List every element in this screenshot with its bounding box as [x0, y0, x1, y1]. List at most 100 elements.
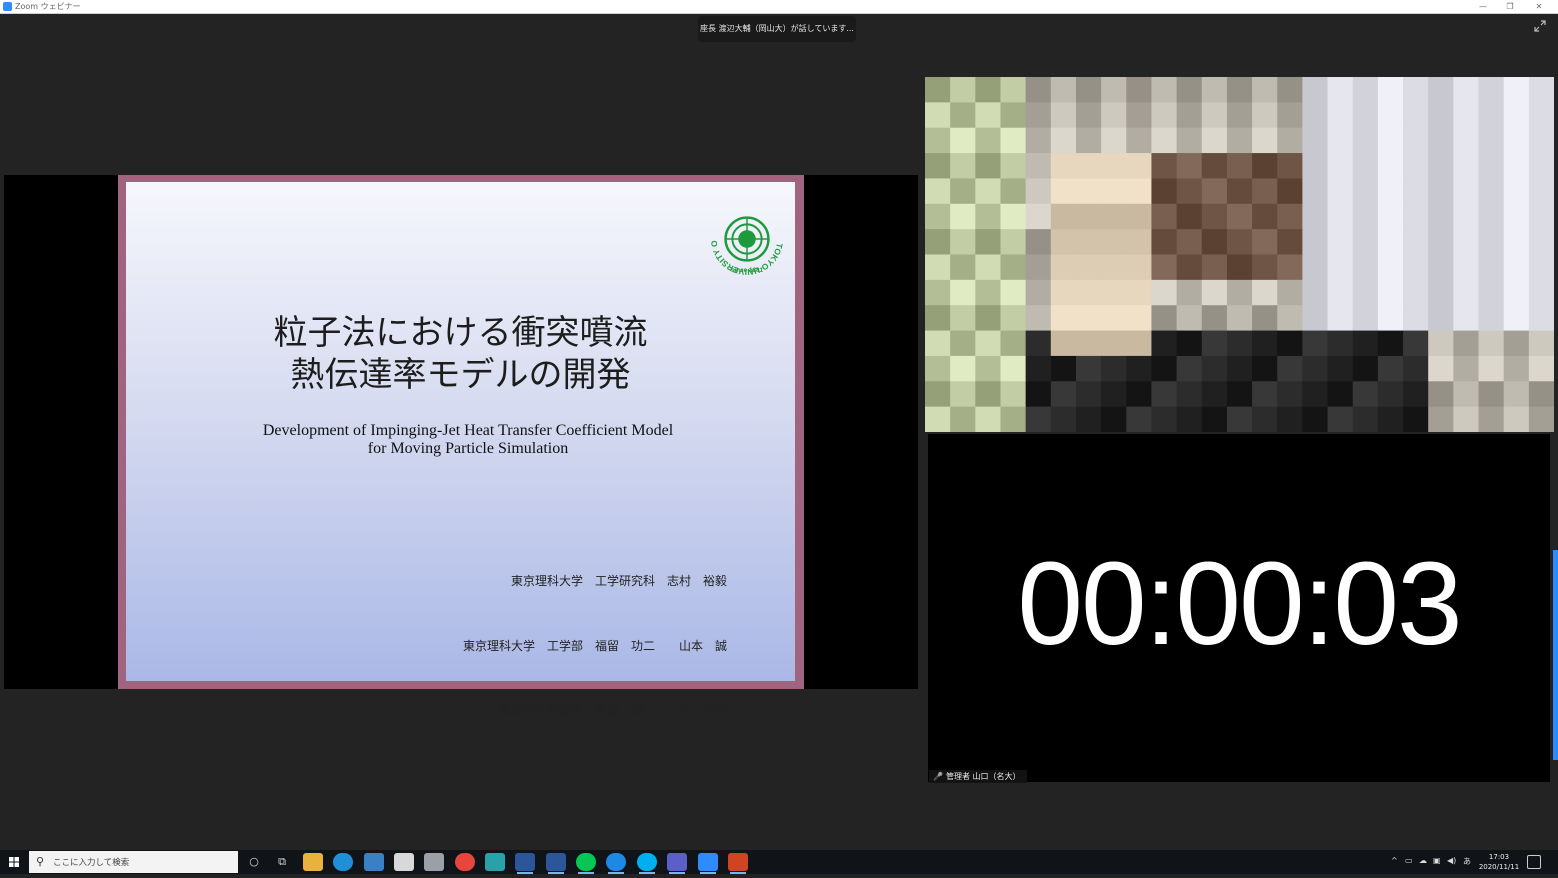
- mosaic-cell: [1226, 381, 1253, 408]
- mosaic-cell: [1403, 254, 1429, 281]
- mosaic-cell: [1025, 406, 1052, 432]
- mosaic-cell: [1528, 127, 1554, 154]
- teams-share-icon[interactable]: [364, 853, 384, 871]
- mosaic-cell: [1503, 178, 1530, 205]
- mosaic-cell: [1252, 355, 1278, 382]
- mosaic-cell: [950, 305, 976, 332]
- powerpoint-icon[interactable]: [728, 853, 748, 874]
- mosaic-cell: [1503, 254, 1530, 281]
- mosaic-cell: [925, 102, 951, 129]
- mosaic-cell: [1000, 330, 1027, 357]
- mosaic-cell: [1403, 355, 1429, 382]
- mosaic-cell: [1403, 77, 1429, 103]
- task-view-icon[interactable]: ⧉: [268, 852, 296, 872]
- printer-app-icon[interactable]: [424, 853, 444, 871]
- chrome-icon[interactable]: [455, 853, 475, 871]
- mosaic-cell: [1075, 203, 1102, 230]
- mosaic-cell: [1126, 279, 1153, 306]
- cortana-icon[interactable]: ○: [240, 852, 268, 872]
- mosaic-cell: [1000, 355, 1027, 382]
- mosaic-cell: [1352, 153, 1379, 180]
- mosaic-cell: [1252, 305, 1278, 332]
- mosaic-cell: [1277, 178, 1303, 205]
- mosaic-cell: [1151, 77, 1178, 103]
- mosaic-cell: [1428, 127, 1454, 154]
- mosaic-cell: [1503, 127, 1530, 154]
- mosaic-cell: [1403, 279, 1429, 306]
- edge-icon[interactable]: [333, 853, 353, 871]
- mosaic-cell: [1377, 127, 1404, 154]
- mosaic-cell: [1075, 254, 1102, 281]
- network-icon[interactable]: ▭: [1405, 856, 1413, 865]
- mosaic-cell: [1453, 102, 1480, 129]
- mosaic-cell: [1277, 77, 1303, 103]
- mosaic-cell: [1327, 330, 1354, 357]
- participant-video-tile[interactable]: [925, 77, 1554, 432]
- word-icon-2[interactable]: [546, 853, 566, 874]
- mosaic-cell: [1478, 279, 1505, 306]
- store-icon[interactable]: [394, 853, 414, 871]
- expand-icon[interactable]: [1534, 20, 1546, 32]
- file-explorer-icon[interactable]: [303, 853, 323, 871]
- maximize-button[interactable]: ❐: [1497, 0, 1523, 14]
- taskbar-search[interactable]: ⚲ ここに入力して検索: [29, 851, 238, 873]
- taskbar-clock[interactable]: 17:03 2020/11/11: [1476, 852, 1522, 872]
- chevron-up-icon[interactable]: ^: [1391, 856, 1398, 865]
- ime-indicator[interactable]: あ: [1463, 856, 1471, 867]
- app-icon[interactable]: [485, 853, 505, 871]
- mosaic-cell: [1075, 330, 1102, 357]
- mosaic-cell: [1352, 254, 1379, 281]
- mosaic-cell: [1126, 102, 1153, 129]
- mosaic-cell: [1226, 203, 1253, 230]
- mosaic-cell: [975, 178, 1002, 205]
- mosaic-cell: [1050, 355, 1077, 382]
- mosaic-cell: [1277, 102, 1303, 129]
- mosaic-cell: [1151, 279, 1178, 306]
- mosaic-cell: [1176, 279, 1203, 306]
- mosaic-cell: [1453, 229, 1480, 256]
- minimize-button[interactable]: —: [1470, 0, 1496, 14]
- pixelated-video-image: [925, 77, 1554, 432]
- close-button[interactable]: ✕: [1526, 0, 1552, 14]
- cloud-icon[interactable]: ☁: [1419, 856, 1427, 865]
- mosaic-cell: [925, 355, 951, 382]
- mosaic-cell: [1403, 406, 1429, 432]
- mosaic-cell: [1126, 77, 1153, 103]
- start-button[interactable]: [0, 850, 28, 874]
- mosaic-cell: [1377, 406, 1404, 432]
- chat-icon[interactable]: [606, 853, 626, 874]
- mosaic-cell: [1377, 178, 1404, 205]
- skype-icon[interactable]: [637, 853, 657, 874]
- mosaic-cell: [1503, 229, 1530, 256]
- mosaic-cell: [950, 203, 976, 230]
- mosaic-cell: [1050, 330, 1077, 357]
- mosaic-cell: [1101, 203, 1127, 230]
- mosaic-cell: [1352, 229, 1379, 256]
- mosaic-cell: [1528, 203, 1554, 230]
- line-icon[interactable]: [576, 853, 596, 874]
- mosaic-cell: [1151, 406, 1178, 432]
- mosaic-cell: [1277, 355, 1303, 382]
- battery-icon[interactable]: ▣: [1433, 856, 1441, 865]
- mosaic-cell: [1302, 355, 1329, 382]
- mosaic-cell: [1277, 254, 1303, 281]
- zoom-icon[interactable]: [698, 853, 718, 874]
- slide-title-line2: 熱伝達率モデルの開発: [290, 355, 631, 395]
- mosaic-cell: [1101, 305, 1127, 332]
- notification-center-icon[interactable]: [1527, 855, 1541, 869]
- teams-icon[interactable]: [667, 853, 687, 874]
- mosaic-cell: [950, 178, 976, 205]
- mosaic-cell: [1050, 77, 1077, 103]
- mosaic-cell: [1126, 305, 1153, 332]
- timer-video-tile[interactable]: 00:00:03: [928, 434, 1550, 782]
- mosaic-cell: [1428, 381, 1454, 408]
- gallery-scroll-indicator[interactable]: [1553, 550, 1558, 760]
- mosaic-cell: [1226, 305, 1253, 332]
- mosaic-cell: [1226, 355, 1253, 382]
- mosaic-cell: [1025, 203, 1052, 230]
- volume-icon[interactable]: ◀): [1447, 856, 1456, 865]
- mosaic-cell: [950, 153, 976, 180]
- mosaic-cell: [1478, 406, 1505, 432]
- mosaic-cell: [1000, 279, 1027, 306]
- word-icon[interactable]: [515, 853, 535, 874]
